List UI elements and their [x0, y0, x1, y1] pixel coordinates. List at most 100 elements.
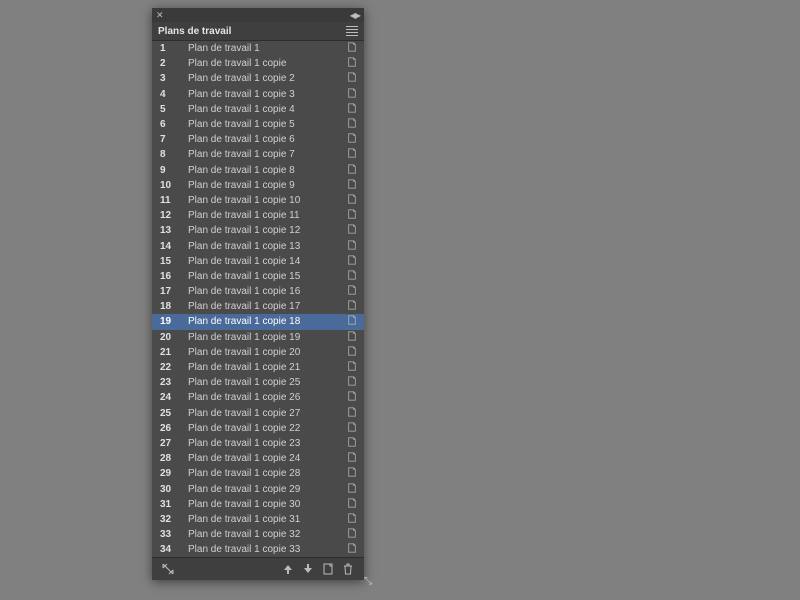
artboard-page-icon[interactable]: [340, 118, 364, 131]
artboard-row[interactable]: 27Plan de travail 1 copie 23: [152, 436, 364, 451]
artboard-row[interactable]: 9Plan de travail 1 copie 8: [152, 163, 364, 178]
artboard-page-icon[interactable]: [340, 391, 364, 404]
artboard-row[interactable]: 21Plan de travail 1 copie 20: [152, 345, 364, 360]
artboard-row-index: 14: [156, 241, 182, 252]
artboard-page-icon[interactable]: [340, 255, 364, 268]
artboard-page-icon[interactable]: [340, 240, 364, 253]
artboard-row[interactable]: 7Plan de travail 1 copie 6: [152, 132, 364, 147]
artboard-row[interactable]: 2Plan de travail 1 copie: [152, 56, 364, 71]
rearrange-icon: [162, 563, 174, 575]
artboard-row[interactable]: 23Plan de travail 1 copie 25: [152, 375, 364, 390]
artboard-page-icon[interactable]: [340, 376, 364, 389]
artboard-page-icon[interactable]: [340, 209, 364, 222]
artboard-page-icon[interactable]: [340, 407, 364, 420]
artboard-row-name: Plan de travail 1 copie 11: [182, 210, 340, 221]
artboard-row[interactable]: 30Plan de travail 1 copie 29: [152, 481, 364, 496]
artboard-row[interactable]: 32Plan de travail 1 copie 31: [152, 512, 364, 527]
artboard-page-icon[interactable]: [340, 528, 364, 541]
artboard-page-icon[interactable]: [340, 543, 364, 556]
artboard-page-icon[interactable]: [340, 285, 364, 298]
artboard-row[interactable]: 4Plan de travail 1 copie 3: [152, 87, 364, 102]
artboard-page-icon[interactable]: [340, 498, 364, 511]
artboard-row-index: 22: [156, 362, 182, 373]
artboard-row[interactable]: 10Plan de travail 1 copie 9: [152, 178, 364, 193]
artboard-row[interactable]: 29Plan de travail 1 copie 28: [152, 466, 364, 481]
artboard-row-name: Plan de travail 1 copie 24: [182, 453, 340, 464]
artboard-page-icon[interactable]: [340, 346, 364, 359]
artboard-row[interactable]: 8Plan de travail 1 copie 7: [152, 147, 364, 162]
move-up-button[interactable]: [280, 561, 296, 577]
artboard-page-icon[interactable]: [340, 133, 364, 146]
panel-close-icon[interactable]: ✕: [156, 10, 164, 21]
artboard-row[interactable]: 13Plan de travail 1 copie 12: [152, 223, 364, 238]
artboard-row[interactable]: 5Plan de travail 1 copie 4: [152, 102, 364, 117]
resize-handle-icon[interactable]: ⤡: [364, 576, 372, 587]
rearrange-artboards-button[interactable]: [160, 561, 176, 577]
artboard-row[interactable]: 20Plan de travail 1 copie 19: [152, 330, 364, 345]
artboard-row[interactable]: 24Plan de travail 1 copie 26: [152, 390, 364, 405]
artboard-row[interactable]: 22Plan de travail 1 copie 21: [152, 360, 364, 375]
artboard-row-name: Plan de travail 1 copie 25: [182, 377, 340, 388]
artboard-page-icon[interactable]: [340, 148, 364, 161]
artboard-row[interactable]: 6Plan de travail 1 copie 5: [152, 117, 364, 132]
artboard-page-icon[interactable]: [340, 103, 364, 116]
artboard-row[interactable]: 1Plan de travail 1: [152, 41, 364, 56]
artboard-page-icon[interactable]: [340, 224, 364, 237]
new-artboard-button[interactable]: [320, 561, 336, 577]
artboard-row-name: Plan de travail 1 copie 28: [182, 468, 340, 479]
panel-header: Plans de travail: [152, 22, 364, 41]
artboard-row-index: 5: [156, 104, 182, 115]
artboard-page-icon[interactable]: [340, 194, 364, 207]
artboard-row[interactable]: 16Plan de travail 1 copie 15: [152, 269, 364, 284]
artboard-page-icon[interactable]: [340, 467, 364, 480]
artboard-row-index: 19: [156, 316, 182, 327]
artboard-row-index: 15: [156, 256, 182, 267]
artboard-page-icon[interactable]: [340, 513, 364, 526]
artboard-row[interactable]: 18Plan de travail 1 copie 17: [152, 299, 364, 314]
arrow-up-icon: [282, 563, 294, 575]
artboard-row-name: Plan de travail 1 copie 6: [182, 134, 340, 145]
artboard-row[interactable]: 28Plan de travail 1 copie 24: [152, 451, 364, 466]
artboard-row[interactable]: 26Plan de travail 1 copie 22: [152, 421, 364, 436]
move-down-button[interactable]: [300, 561, 316, 577]
artboard-page-icon[interactable]: [340, 88, 364, 101]
panel-menu-icon[interactable]: [346, 26, 358, 36]
artboard-page-icon[interactable]: [340, 361, 364, 374]
panel-titlebar[interactable]: ✕ ◀▶: [152, 8, 364, 22]
artboard-row-index: 3: [156, 73, 182, 84]
artboard-page-icon[interactable]: [340, 331, 364, 344]
artboard-row[interactable]: 14Plan de travail 1 copie 13: [152, 238, 364, 253]
panel-collapse-icon[interactable]: ◀▶: [350, 11, 360, 20]
artboard-row-name: Plan de travail 1 copie 26: [182, 392, 340, 403]
artboard-row[interactable]: 33Plan de travail 1 copie 32: [152, 527, 364, 542]
artboard-row-name: Plan de travail 1 copie 23: [182, 438, 340, 449]
artboard-page-icon[interactable]: [340, 72, 364, 85]
artboard-page-icon[interactable]: [340, 452, 364, 465]
artboard-row[interactable]: 15Plan de travail 1 copie 14: [152, 254, 364, 269]
artboard-page-icon[interactable]: [340, 179, 364, 192]
artboard-row[interactable]: 11Plan de travail 1 copie 10: [152, 193, 364, 208]
artboard-row[interactable]: 34Plan de travail 1 copie 33: [152, 542, 364, 557]
artboard-row[interactable]: 25Plan de travail 1 copie 27: [152, 406, 364, 421]
artboard-row-name: Plan de travail 1 copie 21: [182, 362, 340, 373]
artboard-page-icon[interactable]: [340, 483, 364, 496]
artboard-page-icon[interactable]: [340, 57, 364, 70]
artboard-row-index: 24: [156, 392, 182, 403]
artboard-page-icon[interactable]: [340, 42, 364, 55]
trash-icon: [342, 563, 354, 575]
artboard-page-icon[interactable]: [340, 300, 364, 313]
artboard-row[interactable]: 3Plan de travail 1 copie 2: [152, 71, 364, 86]
artboard-row-name: Plan de travail 1 copie 8: [182, 165, 340, 176]
artboard-row[interactable]: 31Plan de travail 1 copie 30: [152, 497, 364, 512]
artboard-page-icon[interactable]: [340, 315, 364, 328]
artboard-page-icon[interactable]: [340, 270, 364, 283]
artboard-page-icon[interactable]: [340, 437, 364, 450]
artboard-page-icon[interactable]: [340, 164, 364, 177]
artboard-row-name: Plan de travail 1 copie 3: [182, 89, 340, 100]
artboard-page-icon[interactable]: [340, 422, 364, 435]
delete-artboard-button[interactable]: [340, 561, 356, 577]
artboard-row[interactable]: 17Plan de travail 1 copie 16: [152, 284, 364, 299]
artboard-row-index: 33: [156, 529, 182, 540]
artboard-row[interactable]: 12Plan de travail 1 copie 11: [152, 208, 364, 223]
artboard-row[interactable]: 19Plan de travail 1 copie 18: [152, 314, 364, 329]
